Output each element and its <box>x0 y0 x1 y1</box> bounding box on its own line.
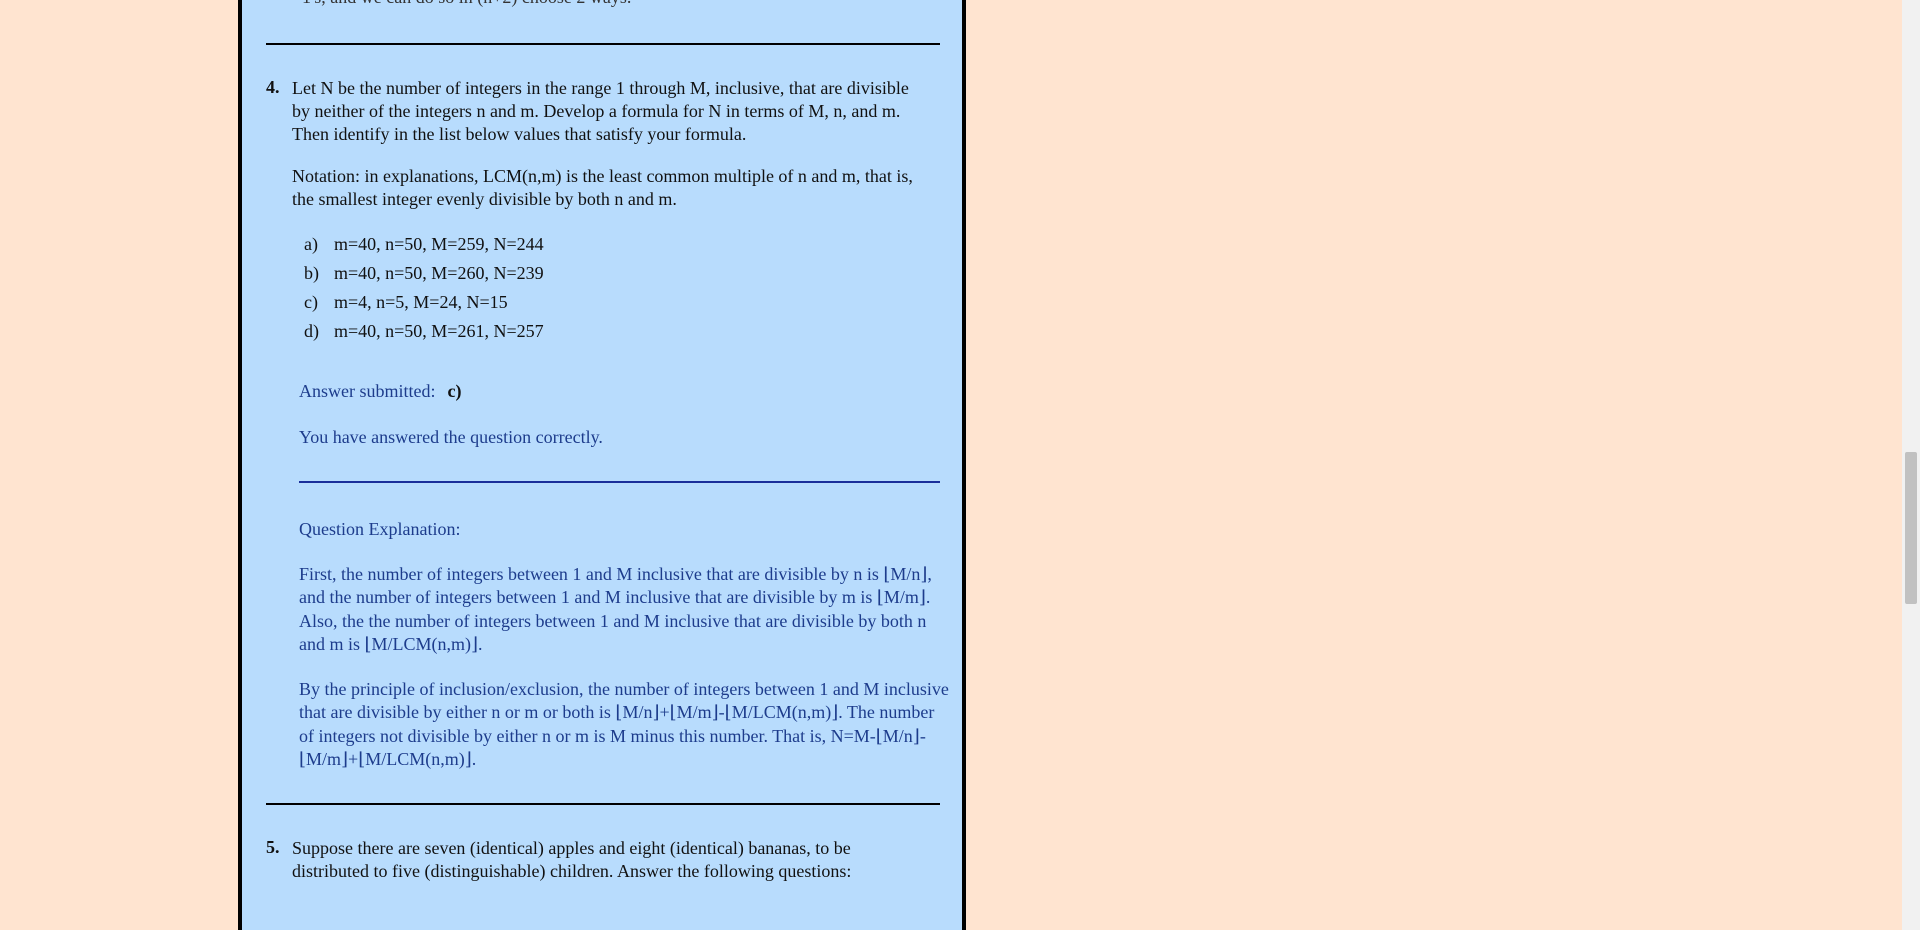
question-4-text: Let N be the number of integers in the r… <box>292 78 909 144</box>
answer-label: Answer submitted: <box>299 381 436 401</box>
option-d[interactable]: d) m=40, n=50, M=261, N=257 <box>292 317 922 346</box>
option-b[interactable]: b) m=40, n=50, M=260, N=239 <box>292 259 922 288</box>
vertical-scrollbar[interactable] <box>1902 0 1920 930</box>
question-5-body: Suppose there are seven (identical) appl… <box>292 837 902 902</box>
question-4-number: 4. <box>266 77 280 97</box>
quiz-panel: 1's, and we can do so in (n+2) choose 2 … <box>238 0 966 930</box>
question-5-number: 5. <box>266 837 280 857</box>
option-c[interactable]: c) m=4, n=5, M=24, N=15 <box>292 288 922 317</box>
explanation-divider <box>299 481 940 483</box>
answer-value: c) <box>447 381 462 401</box>
question-explanation: Question Explanation: First, the number … <box>299 518 949 793</box>
question-5-text: Suppose there are seven (identical) appl… <box>292 838 852 881</box>
option-a[interactable]: a) m=40, n=50, M=259, N=244 <box>292 230 922 259</box>
result-text: You have answered the question correctly… <box>299 427 603 447</box>
question-divider <box>266 43 940 45</box>
answer-result: You have answered the question correctly… <box>299 426 949 449</box>
explanation-title: Question Explanation: <box>299 519 461 539</box>
previous-question-tail: 1's, and we can do so in (n+2) choose 2 … <box>302 0 631 8</box>
answer-options: a) m=40, n=50, M=259, N=244 b) m=40, n=50,… <box>292 230 922 346</box>
explanation-paragraph-1: First, the number of integers between 1 … <box>299 563 932 655</box>
explanation-paragraph-2: By the principle of inclusion/exclusion,… <box>299 678 949 770</box>
answer-submitted: Answer submitted: c) <box>299 380 949 403</box>
question-4-notation: Notation: in explanations, LCM(n,m) is t… <box>292 166 913 209</box>
scrollbar-thumb[interactable] <box>1905 452 1917 604</box>
question-4-body: Let N be the number of integers in the r… <box>292 77 922 346</box>
question-divider <box>266 803 940 805</box>
